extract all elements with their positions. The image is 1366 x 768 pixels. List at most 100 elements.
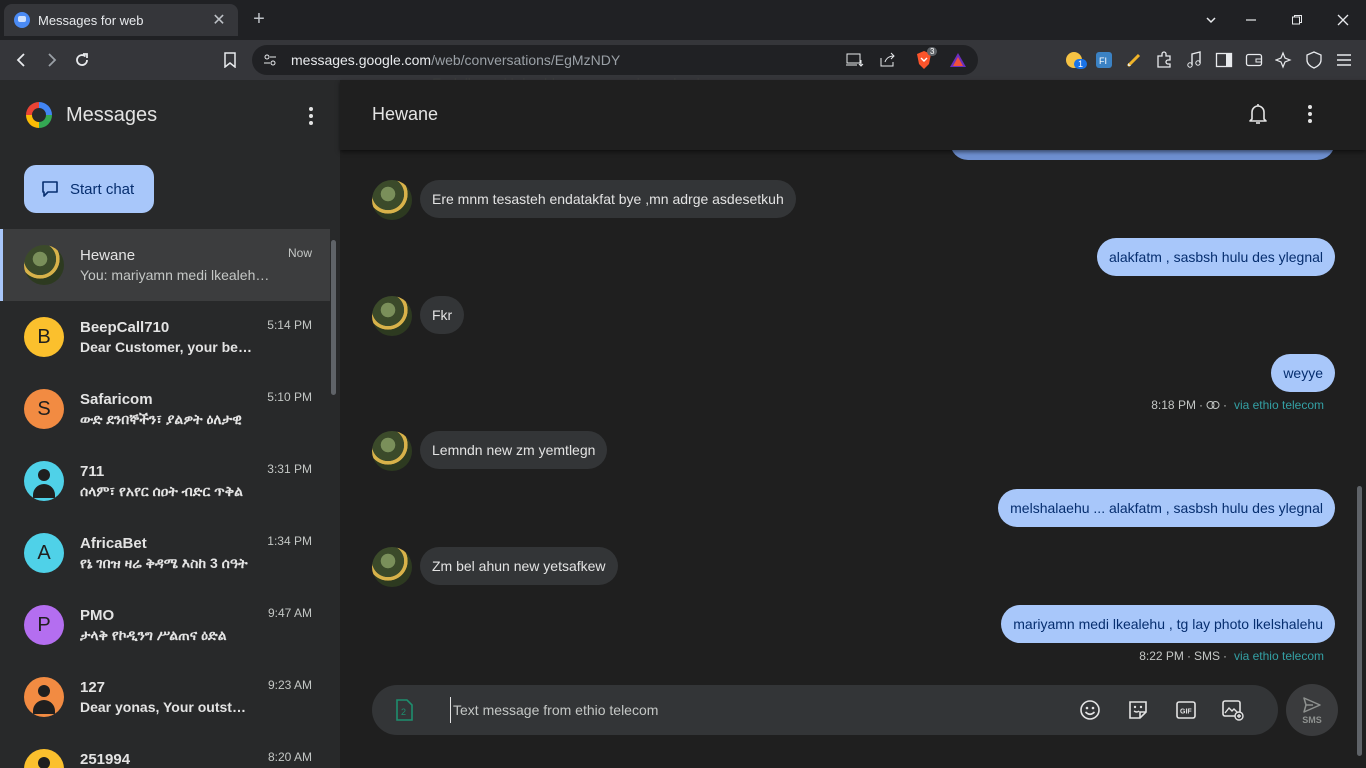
new-tab-button[interactable]: + [248,8,270,32]
message-time: 8:18 PM [1151,398,1196,412]
conversation-time: 9:47 AM [267,606,312,620]
brave-rewards-icon[interactable] [948,50,968,70]
extension-coin-icon[interactable]: 1 [1064,50,1088,70]
app-brand: Messages [26,102,157,128]
sidebar-scrollbar[interactable] [331,240,336,395]
gif-icon[interactable]: GIF [1174,698,1198,722]
brave-shields-icon[interactable]: 3 [914,47,938,70]
conversation-item-711[interactable]: 711 ሰላም፣ የአየር ሰዐት ብድር ጥቅል 3:31 PM [0,445,330,517]
message-type: SMS [1193,649,1220,663]
extensions-puzzle-icon[interactable] [1154,50,1174,70]
install-app-icon[interactable] [845,50,865,70]
extension-badge: 1 [1074,59,1088,69]
start-chat-button[interactable]: Start chat [24,165,154,213]
url-path: /web/conversations/EgMzNDY [431,52,621,68]
sticker-icon[interactable] [1126,698,1150,722]
conversation-item-africabet[interactable]: A AfricaBet የኔ ገበዝ ዛሬ ቅዳሜ እስከ 3 ሰዓት 1:34… [0,517,330,589]
conversation-name: 711 [80,463,105,480]
conversation-item-pmo[interactable]: P PMO ታላቅ የኮዲንግ ሥልጠና ዕድል 9:47 AM [0,589,330,661]
avatar: P [24,605,64,645]
conversation-scrollbar[interactable] [1357,486,1362,756]
avatar: A [24,533,64,573]
conversation-name: Hewane [80,247,136,264]
conversation-item-127[interactable]: 127 Dear yonas, Your outstanding 9:23 AM [0,661,330,733]
conversation-header [340,80,1366,150]
bookmark-icon[interactable] [218,48,242,72]
notifications-bell-icon[interactable] [1246,102,1270,126]
sender-avatar[interactable] [372,431,412,471]
send-icon [1303,696,1321,713]
attach-media-icon[interactable] [1221,698,1245,722]
conversation-snippet: Dear Customer, your beepcall [80,339,252,355]
url-host: messages.google.com [291,52,432,68]
sender-avatar[interactable] [372,296,412,336]
incoming-message[interactable]: Ere mnm tesasteh endatakfat bye ,mn adrg… [420,180,796,218]
leo-ai-icon[interactable] [1274,50,1294,70]
conversation-snippet: ውድ ደንበኞችን፣ ያልዎት ዕለታዊ [80,411,242,427]
close-window-button[interactable] [1323,0,1363,40]
conversation-options-icon[interactable] [1298,102,1322,126]
browser-window: Messages for web ✕ + messages.google.com… [0,0,1366,768]
outgoing-message[interactable]: melshalaehu ... alakfatm , sasbsh hulu d… [998,489,1335,527]
forward-button[interactable] [39,48,63,72]
conversation-name: BeepCall710 [80,319,170,336]
conversation-snippet: የኔ ገበዝ ዛሬ ቅዳሜ እስከ 3 ሰዓት [80,555,248,571]
more-options-icon[interactable] [300,104,322,128]
person-avatar-icon [24,677,64,717]
extension-fi-icon[interactable]: FI [1094,50,1114,70]
tab-title: Messages for web [38,12,144,28]
conversation-item-beepcall710[interactable]: B BeepCall710 Dear Customer, your beepca… [0,301,330,373]
incoming-message[interactable]: Zm bel ahun new yetsafkew [420,547,618,585]
sender-avatar[interactable] [372,180,412,220]
svg-text:GIF: GIF [1180,709,1192,716]
site-settings-icon[interactable] [258,48,282,72]
svg-text:FI: FI [1099,56,1107,66]
message-input[interactable] [450,697,1050,723]
tab-search-icon[interactable] [1191,0,1231,40]
incoming-message[interactable]: Lemndn new zm yemtlegn [420,431,608,469]
conversation-time: 3:31 PM [267,462,312,476]
message-time: 8:22 PM [1139,649,1184,663]
outgoing-message[interactable]: mariyamn medi lkealehu , tg lay photo lk… [1001,605,1335,643]
media-music-icon[interactable] [1184,50,1204,70]
share-icon[interactable] [878,50,898,70]
pen-extension-icon[interactable] [1124,50,1144,70]
close-tab-icon[interactable]: ✕ [210,10,228,30]
tab-messages[interactable]: Messages for web ✕ [4,4,238,36]
svg-text:2: 2 [401,707,406,717]
conversation-item-hewane[interactable]: Hewane You: mariyamn medi lkealehu , tg … [0,229,330,301]
carrier-label: via ethio telecom [1233,649,1324,663]
vpn-icon[interactable] [1304,50,1324,70]
avatar: B [24,317,64,357]
url-text[interactable]: messages.google.com/web/conversations/Eg… [291,52,620,68]
message-status: 8:18 PM · · via ethio telecom [1151,398,1324,412]
incoming-message[interactable]: Fkr [420,296,465,334]
app-name: Messages [66,103,158,126]
sender-avatar[interactable] [372,547,412,587]
send-sms-button[interactable]: SMS [1286,684,1338,736]
minimize-button[interactable] [1231,0,1271,40]
emoji-icon[interactable] [1078,698,1102,722]
avatar [24,245,64,285]
conversation-name: Safaricom [80,391,153,408]
conversation-name: 127 [80,679,106,696]
sim-card-icon[interactable]: 2 [394,698,414,722]
reload-button[interactable] [70,48,94,72]
avatar: S [24,389,64,429]
outgoing-message[interactable]: weyye [1271,354,1335,392]
conversation-item-safaricom[interactable]: S Safaricom ውድ ደንበኞችን፣ ያልዎት ዕለታዊ 5:10 PM [0,373,330,445]
browser-menu-icon[interactable] [1334,50,1354,70]
conversation-item-251994[interactable]: 251994 8:20 AM [0,733,330,768]
conversation-name: AfricaBet [80,535,147,552]
conversation-time: 8:20 AM [267,750,312,764]
back-button[interactable] [10,48,34,72]
sidebar-toggle-icon[interactable] [1214,50,1234,70]
conversation-time: Now [287,246,312,260]
conversation-snippet: You: mariyamn medi lkealehu , tg lay pho… [80,267,275,283]
wallet-icon[interactable] [1244,50,1264,70]
send-type-label: SMS [1302,714,1322,725]
outgoing-message[interactable]: alakfatm , sasbsh hulu des ylegnal [1096,238,1335,276]
message-status: 8:22 PM · SMS · via ethio telecom [1139,649,1324,663]
tab-strip: Messages for web ✕ + [0,0,1366,40]
restore-button[interactable] [1277,0,1317,40]
